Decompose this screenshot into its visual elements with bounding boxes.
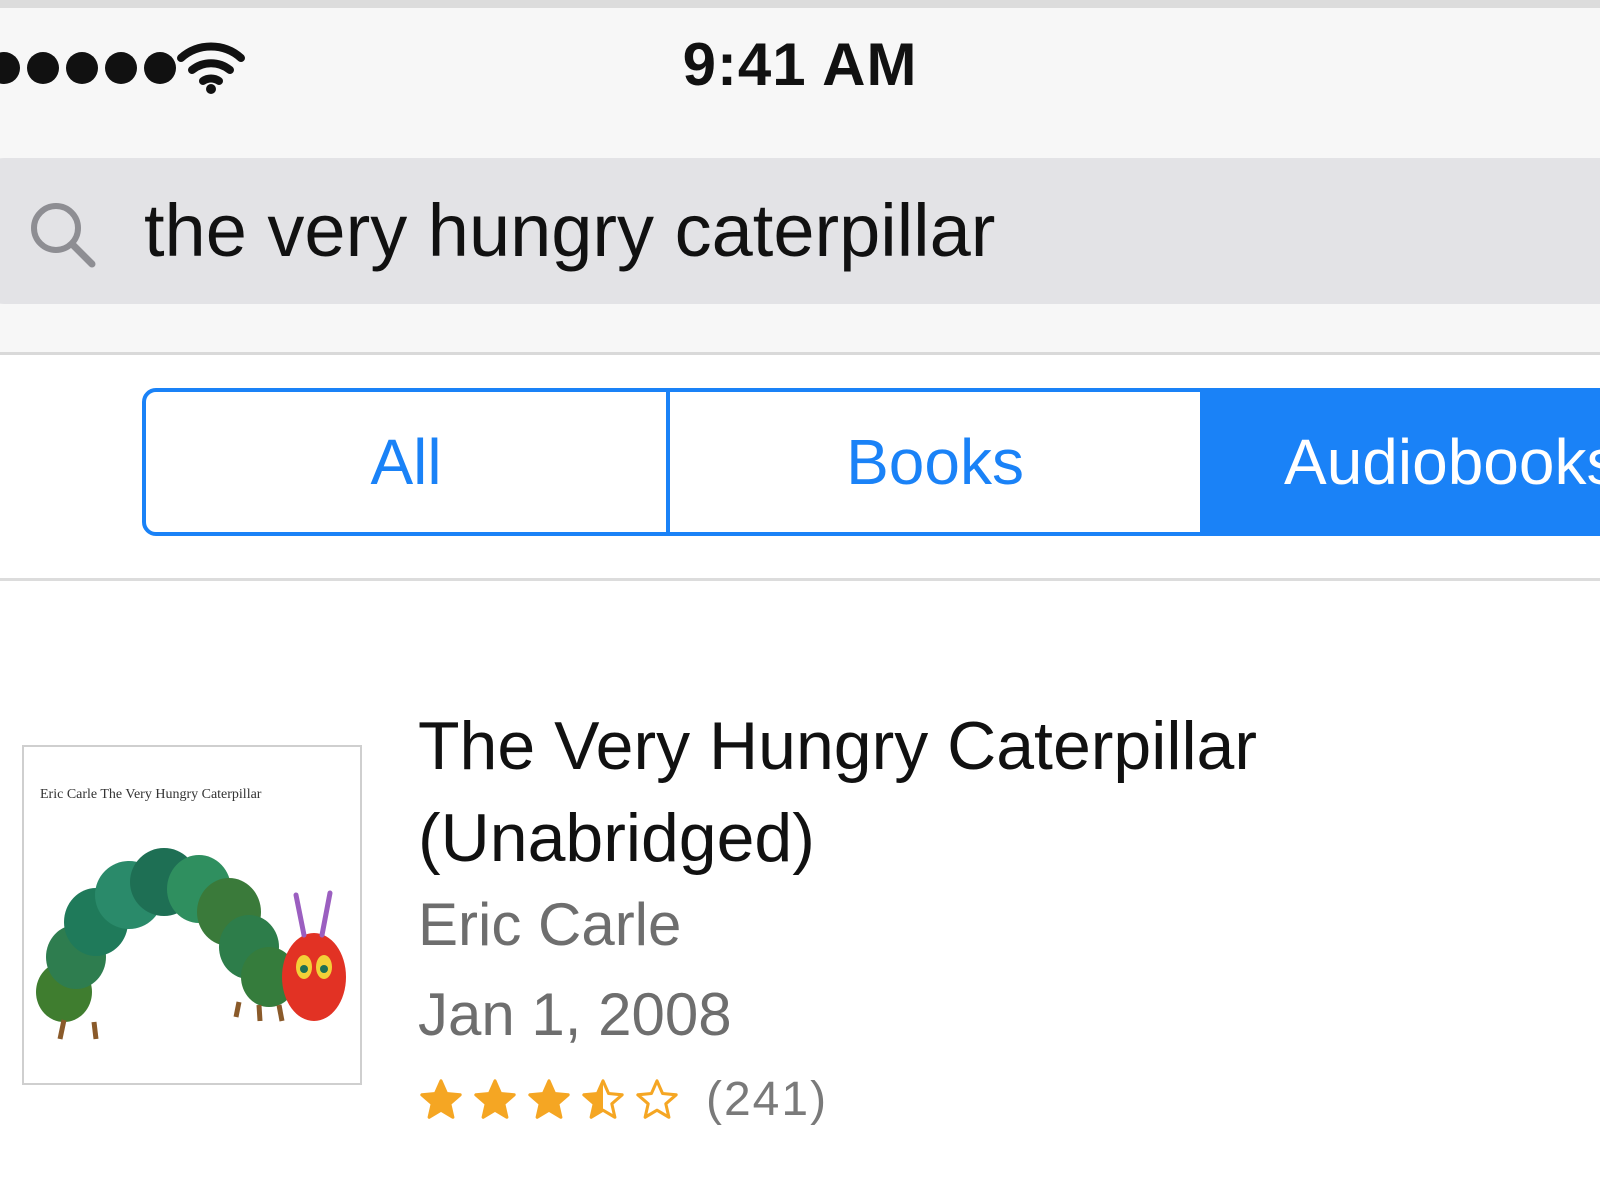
caterpillar-artwork [36,848,346,1040]
star-half-icon [582,1078,624,1119]
star-full-icon [474,1078,516,1119]
book-cover-image[interactable]: Eric Carle The Very Hungry Caterpillar [22,745,362,1085]
search-icon [31,203,96,268]
release-date: Jan 1, 2008 [418,981,732,1048]
rating-count: (241) [706,1073,829,1126]
book-author: Eric Carle [418,891,682,958]
star-empty-icon [636,1078,678,1119]
rating-stars [418,1077,680,1123]
segment-books[interactable]: Books [670,392,1200,532]
cover-caption: Eric Carle The Very Hungry Caterpillar [40,787,262,802]
star-full-icon [528,1078,570,1119]
scope-segmented-control: All Books Audiobooks [142,388,1600,536]
segment-all[interactable]: All [146,392,670,532]
star-full-icon [420,1078,462,1119]
rating: (241) [418,1072,828,1127]
search-bar-area: the very hungry caterpillar [0,130,1600,355]
section-divider [0,578,1600,581]
segment-audiobooks[interactable]: Audiobooks [1200,392,1600,532]
search-query-text[interactable]: the very hungry caterpillar [144,186,995,276]
top-border [0,0,1600,8]
search-input[interactable]: the very hungry caterpillar [0,158,1600,304]
status-bar: 9:41 AM [0,8,1600,130]
status-time: 9:41 AM [682,31,918,98]
book-title[interactable]: The Very Hungry Caterpillar (Unabridged) [418,700,1568,884]
